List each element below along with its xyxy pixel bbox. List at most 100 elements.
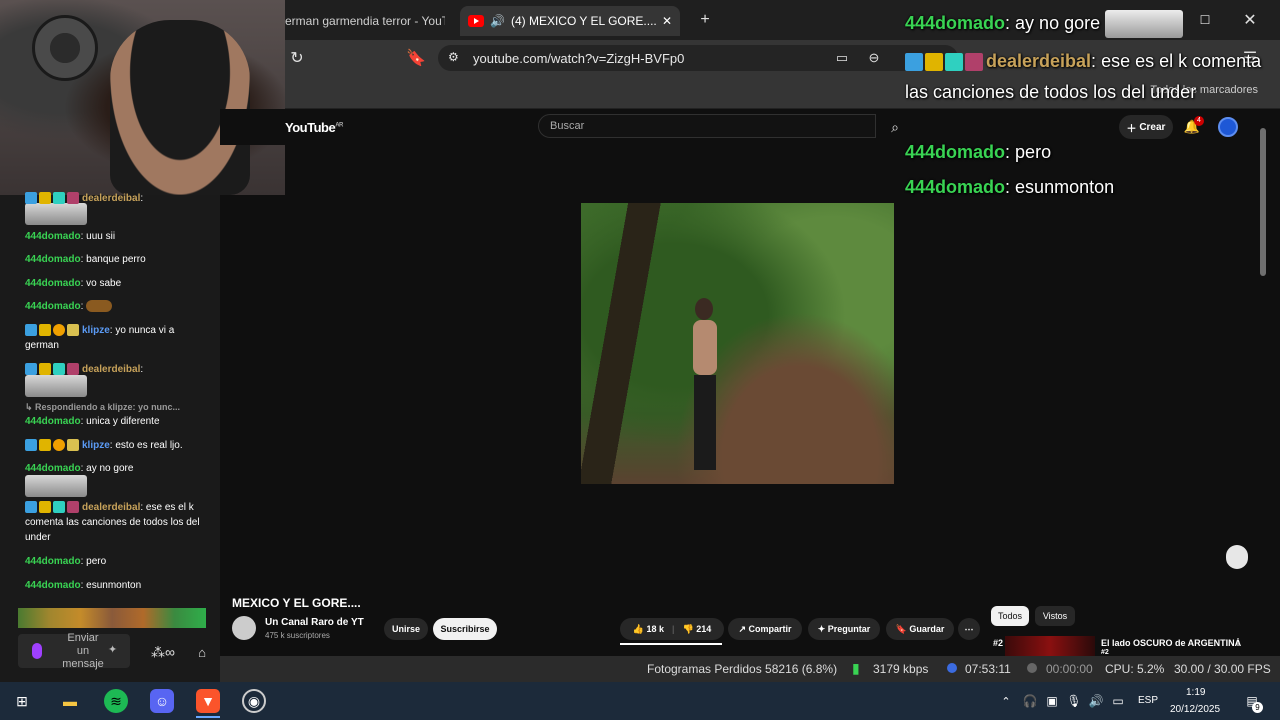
- chat-emote-image: [86, 300, 113, 313]
- search-icon[interactable]: ⌕: [885, 117, 905, 137]
- chat-username[interactable]: 444domado: [25, 463, 81, 474]
- related-menu-icon[interactable]: ⋮: [1233, 637, 1243, 648]
- language-indicator[interactable]: ESP: [1138, 695, 1158, 706]
- store-icon[interactable]: ⌂: [192, 643, 212, 661]
- like-button[interactable]: 👍 18 k: [633, 624, 664, 635]
- clock-time[interactable]: 1:19: [1186, 687, 1205, 698]
- badge-icon: [39, 439, 51, 452]
- volume-icon[interactable]: 🔊: [1084, 689, 1108, 713]
- chip-todos[interactable]: Todos: [991, 606, 1029, 626]
- youtube-favicon-icon: [468, 15, 484, 27]
- discord-icon[interactable]: ☺: [150, 689, 174, 713]
- streamer-in-webcam: [110, 20, 250, 195]
- bookmark-icon[interactable]: 🔖: [406, 48, 426, 68]
- video-title: MEXICO Y EL GORE....: [232, 596, 361, 610]
- notification-count-badge: 4: [1194, 116, 1204, 126]
- chat-text: Respondiendo a klipze: yo nunc...: [35, 402, 181, 412]
- chat-username[interactable]: klipze: [82, 440, 110, 451]
- file-explorer-icon[interactable]: ▬: [58, 689, 82, 713]
- chat-username[interactable]: 444domado: [25, 231, 81, 242]
- reload-icon[interactable]: ↻: [287, 48, 307, 68]
- microphone-icon[interactable]: [32, 643, 42, 659]
- save-button[interactable]: 🔖 Guardar: [886, 618, 954, 640]
- overlay-text: ay no gore: [1015, 12, 1101, 33]
- avatar[interactable]: [1218, 117, 1238, 137]
- zoom-icon[interactable]: ⊖: [864, 48, 884, 68]
- cast-icon[interactable]: ▭: [832, 48, 852, 68]
- chat-username[interactable]: 444domado: [25, 580, 81, 591]
- chat-username[interactable]: 444domado: [25, 416, 81, 427]
- chat-username[interactable]: dealerdeibal: [82, 502, 140, 513]
- ask-label: Preguntar: [827, 624, 871, 634]
- cpu-usage-text: CPU: 5.2%: [1105, 662, 1165, 676]
- obs-icon[interactable]: ◉: [242, 689, 266, 713]
- create-button[interactable]: ＋ Crear: [1119, 115, 1173, 139]
- overlay-username: 444domado: [905, 177, 1006, 197]
- site-settings-icon[interactable]: ⚙: [448, 50, 459, 64]
- network-icon[interactable]: ▭: [1106, 689, 1130, 713]
- chat-emote-image: [25, 475, 87, 497]
- chat-username[interactable]: dealerdeibal: [82, 364, 140, 375]
- region-code: AR: [335, 122, 343, 129]
- badge-icon: [25, 324, 37, 337]
- video-player[interactable]: [581, 203, 894, 484]
- chat-input[interactable]: Enviar un mensaje ✦: [18, 632, 130, 670]
- more-options-icon[interactable]: ⋯: [958, 618, 980, 640]
- chat-emote-image: [25, 375, 87, 397]
- dislike-button[interactable]: 👎 214: [683, 624, 712, 635]
- chat-input-placeholder: Enviar un mensaje: [62, 632, 104, 670]
- chat-message: dealerdeibal:: [25, 191, 210, 206]
- maximize-icon[interactable]: ☐: [1195, 10, 1215, 30]
- tab-active[interactable]: 🔊 (4) MEXICO Y EL GORE.... - Yo ✕: [460, 6, 680, 36]
- chat-text: pero: [86, 556, 107, 567]
- brave-browser-icon[interactable]: ▼: [196, 689, 220, 713]
- windows-start-icon[interactable]: ⊞: [10, 689, 34, 713]
- related-thumbnail[interactable]: [1005, 636, 1095, 656]
- related-rank: #2: [993, 638, 1004, 648]
- close-window-icon[interactable]: ✕: [1240, 10, 1260, 30]
- dropped-frames-text: Fotogramas Perdidos 58216 (6.8%): [647, 662, 838, 676]
- emote-icon[interactable]: ✦: [108, 643, 117, 656]
- chat-username[interactable]: dealerdeibal: [82, 193, 140, 204]
- ask-button[interactable]: ✦ Preguntar: [808, 618, 880, 640]
- microphone-tray-icon[interactable]: 🎙: [1062, 689, 1086, 713]
- overlay-text: esunmonton: [1015, 177, 1115, 197]
- bitrate-text: 3179 kbps: [873, 662, 929, 676]
- clock-date[interactable]: 20/12/2025: [1170, 704, 1220, 715]
- chat-emote-image: [25, 203, 87, 225]
- badge-icon: [53, 439, 65, 452]
- tray-app-icon[interactable]: ▣: [1040, 689, 1064, 713]
- close-tab-icon[interactable]: ✕: [662, 14, 672, 28]
- chip-vistos[interactable]: Vistos: [1035, 606, 1075, 626]
- chip-label: Vistos: [1042, 611, 1068, 621]
- chat-message: 444domado: unica y diferente: [25, 416, 160, 427]
- show-hidden-icons[interactable]: ⌃: [994, 689, 1018, 713]
- chat-text: uuu sii: [86, 231, 116, 242]
- spotify-icon[interactable]: ≋: [104, 689, 128, 713]
- related-sub: #2: [1101, 649, 1109, 656]
- page-scrollbar[interactable]: [1260, 128, 1266, 276]
- share-button[interactable]: ↗ Compartir: [728, 618, 802, 640]
- chat-username[interactable]: klipze: [82, 325, 110, 336]
- badge-icon: [53, 192, 65, 205]
- search-input[interactable]: Buscar: [538, 114, 876, 138]
- tab-inactive[interactable]: erman garmendia terror - YouTu: [285, 6, 445, 36]
- new-tab-button[interactable]: +: [695, 10, 715, 30]
- chat-username[interactable]: 444domado: [25, 556, 81, 567]
- subscribe-button[interactable]: Suscribirse: [433, 618, 497, 640]
- youtube-logo[interactable]: YouTubeAR: [285, 120, 343, 135]
- infinity-icon[interactable]: ⁂∞: [145, 643, 181, 661]
- chat-username[interactable]: 444domado: [25, 278, 81, 289]
- channel-avatar[interactable]: [232, 616, 256, 640]
- emote-picker-row[interactable]: [18, 608, 206, 628]
- chat-username[interactable]: 444domado: [25, 254, 81, 265]
- chat-message: 444domado: uuu sii: [25, 231, 116, 242]
- dislike-count: 214: [696, 623, 712, 634]
- chat-username[interactable]: 444domado: [25, 301, 81, 312]
- youtube-logo-text: YouTube: [285, 120, 336, 135]
- join-button[interactable]: Unirse: [384, 618, 428, 640]
- headset-icon[interactable]: 🎧: [1018, 689, 1042, 713]
- channel-name[interactable]: Un Canal Raro de YT: [265, 617, 364, 628]
- related-title[interactable]: El lado OSCURO de ARGENTINA: [1101, 638, 1241, 648]
- chat-message: 444domado: pero: [25, 556, 107, 567]
